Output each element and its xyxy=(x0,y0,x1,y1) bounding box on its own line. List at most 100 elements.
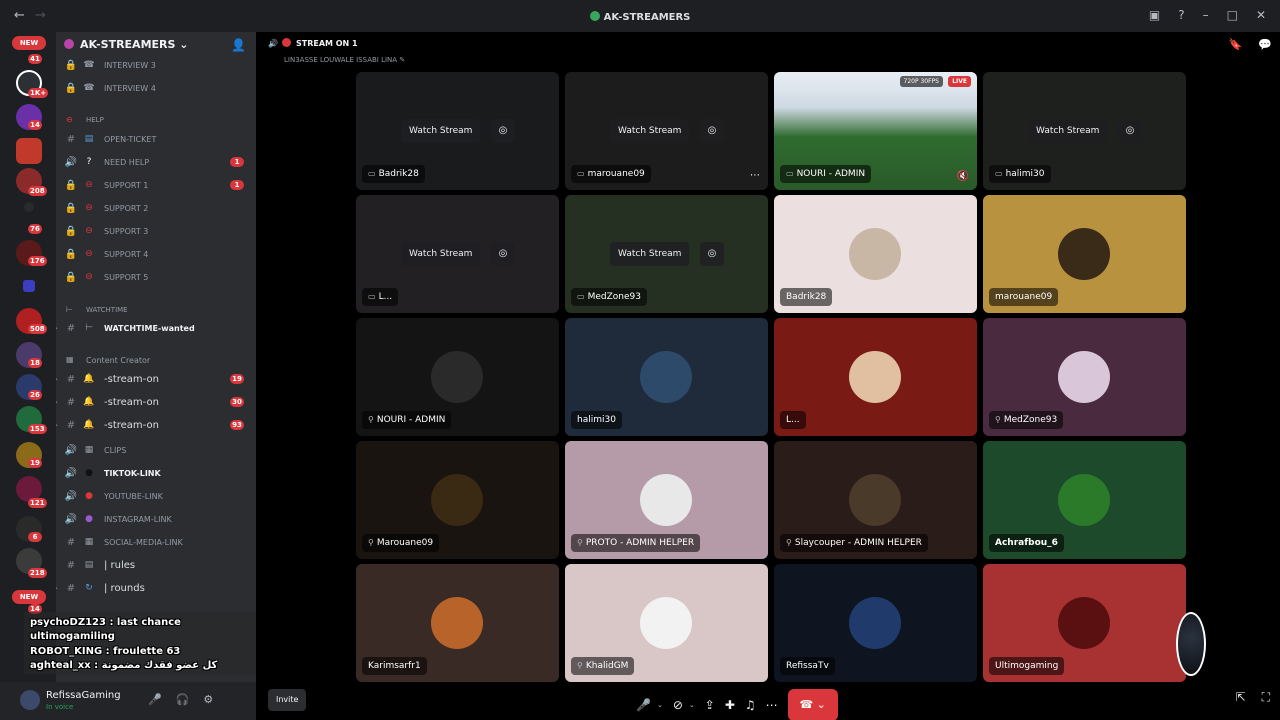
stream-tile[interactable]: Watch Stream ◎ ▭ Badrik28 xyxy=(356,72,559,190)
screen-share-icon[interactable]: ⇪ xyxy=(705,698,715,712)
screen-icon: ▭ xyxy=(577,169,585,178)
channel-need-help[interactable]: 🔊? NEED HELP 1 xyxy=(56,151,256,173)
stream-tile[interactable]: Watch Stream ◎ ▭ halimi30 xyxy=(983,72,1186,190)
watch-stream-button[interactable]: Watch Stream xyxy=(401,119,481,143)
chevron-down-icon[interactable]: ⌄ xyxy=(689,701,695,709)
settings-gear-icon[interactable]: ⚙ xyxy=(203,693,213,706)
more-options-icon[interactable]: ⋯ xyxy=(766,698,778,712)
avatar[interactable] xyxy=(20,690,40,710)
channel-clips[interactable]: 🔊 ▦ CLIPS xyxy=(56,439,256,461)
participant-tile[interactable]: Badrik28 xyxy=(774,195,977,313)
soundboard-icon[interactable]: ♫ xyxy=(745,698,756,712)
category-help[interactable]: ⊖ HELP xyxy=(56,112,256,128)
overlay-chat-line: aghteal_xx : كل عضو فقدك مضمونة xyxy=(30,660,218,671)
participant-tile[interactable]: RefissaTv xyxy=(774,564,977,682)
avatar xyxy=(849,597,901,649)
participant-tile[interactable]: L... xyxy=(774,318,977,436)
channel-support-2[interactable]: 🔒 ⊖ SUPPORT 2 xyxy=(56,197,256,219)
stream-tile[interactable]: Watch Stream ◎ ▭ marouane09 ⋯ xyxy=(565,72,768,190)
channel-stream-on-1[interactable]: ▸#🔔-stream-on19 xyxy=(56,368,256,390)
preview-icon[interactable]: ◎ xyxy=(491,242,515,266)
new-pill[interactable]: NEW xyxy=(12,590,46,604)
participant-tile[interactable]: ⚲ PROTO - ADMIN HELPER xyxy=(565,441,768,559)
activities-icon[interactable]: ✚ xyxy=(725,698,735,712)
preview-icon[interactable]: ◎ xyxy=(1118,119,1142,143)
channel-watchtime-wanted[interactable]: ▸#⊢WATCHTIME-wanted xyxy=(56,317,256,339)
stream-tile[interactable]: Watch Stream ◎ ▭ MedZone93 xyxy=(565,195,768,313)
participant-tile[interactable]: ⚲ Slaycouper - ADMIN HELPER xyxy=(774,441,977,559)
server-badge: 14 xyxy=(28,120,42,130)
channel-interview-3[interactable]: 🔒 ☎ INTERVIEW 3 xyxy=(56,54,256,76)
channel-instagram-link[interactable]: 🔊 ● INSTAGRAM-LINK xyxy=(56,508,256,530)
watch-stream-button[interactable]: Watch Stream xyxy=(1028,119,1108,143)
participant-tile[interactable]: halimi30 xyxy=(565,318,768,436)
close-icon[interactable]: ✕ xyxy=(1256,8,1266,22)
more-options-icon[interactable]: ⋯ xyxy=(750,170,760,181)
preview-icon[interactable]: ◎ xyxy=(700,242,724,266)
server-icon[interactable] xyxy=(23,280,35,292)
maximize-icon[interactable]: □ xyxy=(1227,8,1238,22)
channel-social-media-link[interactable]: # ▦ SOCIAL-MEDIA-LINK xyxy=(56,531,256,553)
headphones-icon[interactable]: 🎧 xyxy=(176,693,190,706)
channel-rules[interactable]: # ▤ | rules xyxy=(56,554,256,576)
preview-icon[interactable]: ◎ xyxy=(491,119,515,143)
category-watchtime[interactable]: ⊢ WATCHTIME xyxy=(56,302,256,318)
mute-icon[interactable]: 🔇 xyxy=(957,171,969,182)
chevron-down-icon[interactable]: ⌄ xyxy=(657,701,663,709)
server-badge: 153 xyxy=(28,424,47,434)
participant-tile[interactable]: Achrafbou_6 xyxy=(983,441,1186,559)
watch-stream-button[interactable]: Watch Stream xyxy=(610,242,690,266)
fullscreen-icon[interactable]: ⛶ xyxy=(1262,690,1270,705)
microphone-icon[interactable]: 🎤 xyxy=(636,698,651,712)
channel-support-3[interactable]: 🔒 ⊖ SUPPORT 3 xyxy=(56,220,256,242)
category-content-creator[interactable]: ▦ Content Creator xyxy=(56,352,256,368)
participant-tile[interactable]: Ultimogaming xyxy=(983,564,1186,682)
channel-youtube-link[interactable]: 🔊 ● YOUTUBE-LINK xyxy=(56,485,256,507)
server-name-header[interactable]: AK-STREAMERS ⌄ xyxy=(64,38,188,51)
call-header-icons: 🔖 💬 xyxy=(1229,38,1272,51)
channel-interview-4[interactable]: 🔒 ☎ INTERVIEW 4 xyxy=(56,77,256,99)
participant-tile[interactable]: ⚲ NOURI - ADMIN xyxy=(356,318,559,436)
microphone-icon[interactable]: 🎤 xyxy=(148,693,162,706)
camera-off-icon[interactable]: ⊘ xyxy=(673,698,683,712)
channel-open-ticket[interactable]: # ▤ OPEN-TICKET xyxy=(56,128,256,150)
help-icon[interactable]: ? xyxy=(1178,8,1184,22)
participant-tile[interactable]: ⚲ MedZone93 xyxy=(983,318,1186,436)
chat-bubble-icon[interactable]: 💬 xyxy=(1258,38,1272,51)
watch-stream-button[interactable]: Watch Stream xyxy=(401,242,481,266)
deafened-icon: ⚲ xyxy=(577,661,583,670)
server-icon[interactable] xyxy=(16,138,42,164)
add-member-icon[interactable]: 👤 xyxy=(231,38,246,52)
new-pill[interactable]: NEW xyxy=(12,36,46,50)
preview-icon[interactable]: ◎ xyxy=(700,119,724,143)
participant-tile[interactable]: Karimsarfr1 xyxy=(356,564,559,682)
server-badge: 19 xyxy=(28,458,42,468)
participant-tile[interactable]: ⚲ KhalidGM xyxy=(565,564,768,682)
disconnect-button[interactable]: ☎ ⌄ xyxy=(787,689,838,720)
stream-tile[interactable]: Watch Stream ◎ ▭ L... xyxy=(356,195,559,313)
no-entry-emoji-icon: ⊖ xyxy=(85,226,93,236)
channel-support-4[interactable]: 🔒 ⊖ SUPPORT 4 xyxy=(56,243,256,265)
watch-stream-button[interactable]: Watch Stream xyxy=(610,119,690,143)
voice-channel-status[interactable]: LIN3ASSE LOUWALE ISSABI LINA ✎ xyxy=(284,56,405,64)
participant-tile[interactable]: ⚲ Marouane09 xyxy=(356,441,559,559)
invite-button[interactable]: Invite xyxy=(268,689,307,711)
no-entry-emoji-icon: ⊖ xyxy=(85,203,93,213)
channel-support-5[interactable]: 🔒 ⊖ SUPPORT 5 xyxy=(56,266,256,288)
channel-tiktok-link[interactable]: 🔊 ● TIKTOK-LINK xyxy=(56,462,256,484)
participant-name: ⚲ PROTO - ADMIN HELPER xyxy=(571,534,701,552)
participant-tile[interactable]: marouane09 xyxy=(983,195,1186,313)
server-icon[interactable] xyxy=(24,202,34,212)
participant-name: Karimsarfr1 xyxy=(362,657,427,675)
channel-support-1[interactable]: 🔒 ⊖ SUPPORT 11 xyxy=(56,174,256,196)
stream-tile-live[interactable]: 720P 30FPS LIVE ▭ NOURI - ADMIN 🔇 xyxy=(774,72,977,190)
popout-icon[interactable]: ⇱ xyxy=(1236,690,1246,705)
minimize-icon[interactable]: – xyxy=(1203,8,1209,22)
circle-emoji-icon: ● xyxy=(85,468,93,478)
inbox-icon[interactable]: ▣ xyxy=(1149,8,1160,22)
channel-rounds[interactable]: ▸#↻| rounds xyxy=(56,577,256,599)
bookmark-icon[interactable]: 🔖 xyxy=(1229,38,1243,51)
channel-stream-on-3[interactable]: ▸#🔔-stream-on93 xyxy=(56,414,256,436)
camera-control: ⊘ ⌄ xyxy=(673,698,695,712)
channel-stream-on-2[interactable]: ▸#🔔-stream-on30 xyxy=(56,391,256,413)
